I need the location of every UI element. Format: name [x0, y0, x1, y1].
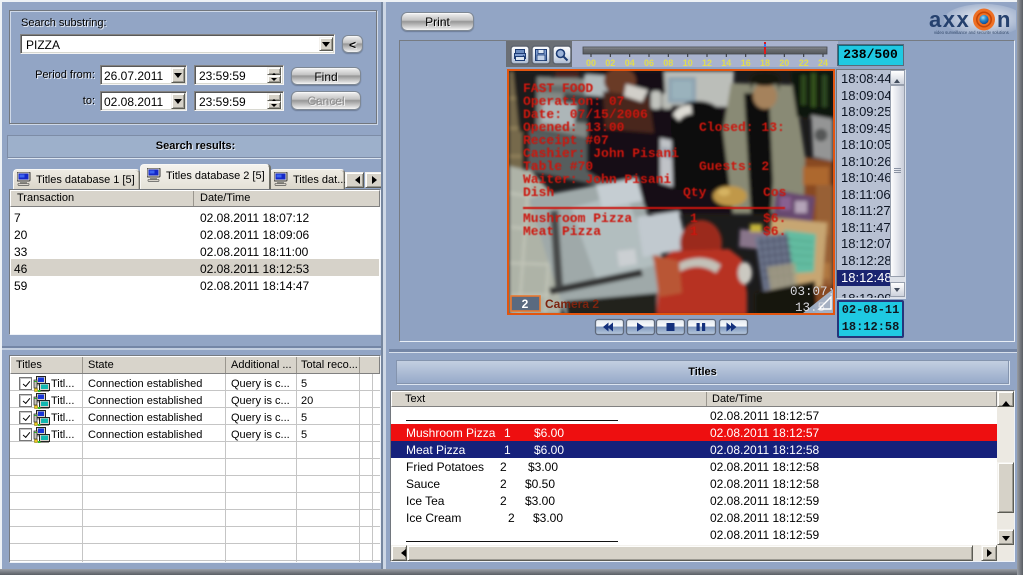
svg-text:00: 00: [586, 58, 596, 67]
svg-text:08: 08: [663, 58, 673, 67]
svg-text:20: 20: [779, 58, 789, 67]
svg-text:Qty: Qty: [683, 185, 707, 200]
svg-text:n: n: [997, 7, 1010, 32]
svg-text:02: 02: [605, 58, 615, 67]
svg-text:axx: axx: [929, 7, 970, 32]
svg-text:Dish: Dish: [523, 185, 554, 200]
svg-text:24: 24: [818, 58, 828, 67]
svg-text:Cos: Cos: [763, 185, 787, 200]
svg-text:video surveillance and securit: video surveillance and security solution…: [934, 30, 1009, 34]
svg-text:1: 1: [690, 224, 698, 239]
svg-text:18: 18: [760, 58, 770, 67]
svg-text:Camera 2: Camera 2: [545, 297, 599, 311]
svg-text:Guests: 2: Guests: 2: [699, 159, 769, 174]
svg-text:10: 10: [683, 58, 693, 67]
svg-text:03:07:0: 03:07:0: [790, 285, 833, 299]
svg-text:16: 16: [741, 58, 751, 67]
svg-text:Meat Pizza: Meat Pizza: [523, 224, 601, 239]
svg-text:Closed: 13:: Closed: 13:: [699, 120, 785, 135]
svg-text:06: 06: [644, 58, 654, 67]
svg-text:14: 14: [721, 58, 731, 67]
svg-text:2: 2: [522, 297, 529, 311]
svg-text:22: 22: [799, 58, 809, 67]
svg-text:$6.: $6.: [763, 224, 786, 239]
svg-text:12: 12: [702, 58, 712, 67]
svg-text:04: 04: [625, 58, 635, 67]
